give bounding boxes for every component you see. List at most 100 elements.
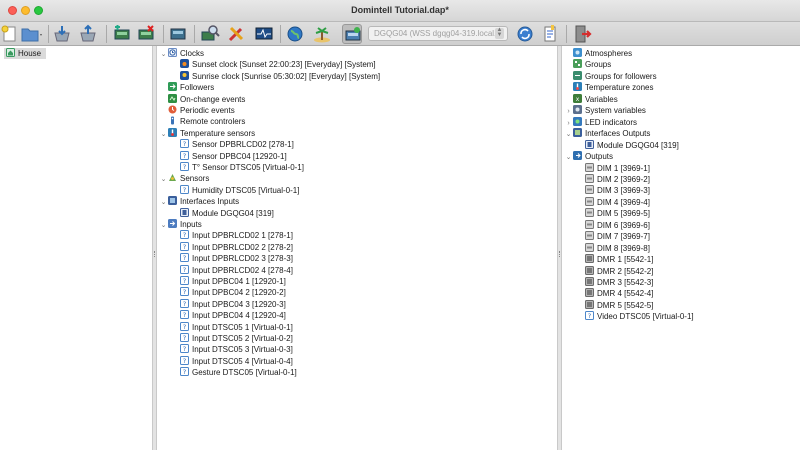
module-remove-icon[interactable] [136, 24, 156, 44]
tree-item[interactable]: DIM 1 [3969-1] [576, 162, 650, 174]
tree-item[interactable]: DMR 2 [5542-2] [576, 265, 654, 277]
tree-item[interactable]: Followers [159, 82, 214, 93]
tree-item[interactable]: ? Input DPBC04 4 [12920-4] [171, 310, 286, 321]
tree-item[interactable]: ? Input DPBC04 2 [12920-2] [171, 287, 286, 298]
svg-text:?: ? [183, 254, 186, 262]
monitor-icon[interactable] [254, 24, 274, 44]
tree-item[interactable]: ? Input DPBRLCD02 4 [278-4] [171, 264, 293, 276]
tree-item-label: Temperature zones [585, 83, 654, 93]
tree-item[interactable]: ⌄ Clocks [159, 48, 204, 59]
tree-item[interactable]: ? Input DTSC05 4 [Virtual-0-4] [171, 355, 293, 367]
tree-item[interactable]: x Variables [564, 93, 618, 105]
tree-item[interactable]: Module DGQG04 [319] [171, 207, 274, 219]
interface-module-icon [585, 139, 594, 149]
tree-item[interactable]: ? Sensor DPBC04 [12920-1] [171, 150, 287, 162]
tools-icon[interactable] [226, 24, 246, 44]
svg-text:?: ? [183, 300, 186, 308]
tree-item[interactable]: Sunset clock [Sunset 22:00:23] [Everyday… [171, 59, 376, 70]
tree-item[interactable]: ? T° Sensor DTSC05 [Virtual-0-1] [171, 162, 304, 173]
tree-item-label: DIM 1 [3969-1] [597, 163, 650, 173]
tree-item[interactable]: ? Humidity DTSC05 [Virtual-0-1] [171, 184, 299, 196]
tree-item-label: Module DGQG04 [319] [192, 208, 274, 218]
collapse-arrow-icon[interactable]: ⌄ [159, 197, 168, 208]
module-icon[interactable] [168, 24, 188, 44]
tree-item[interactable]: DIM 6 [3969-6] [576, 219, 650, 231]
tree-item[interactable]: Remote controlers [159, 116, 245, 127]
expand-arrow-icon[interactable]: › [564, 106, 573, 117]
collapse-arrow-icon[interactable]: ⌄ [564, 152, 573, 163]
tree-item[interactable]: ? Input DPBRLCD02 1 [278-1] [171, 230, 293, 241]
search-module-icon[interactable] [200, 24, 220, 44]
tree-item[interactable]: ? Video DTSC05 [Virtual-0-1] [576, 311, 694, 322]
inputs-tree[interactable]: ⌄ Clocks Sunset clock [Sunset 22:00:23] [E… [157, 46, 557, 450]
tree-item[interactable]: ? Input DPBC04 1 [12920-1] [171, 276, 286, 287]
outputs-tree[interactable]: Atmospheres Groups Groups for followers Tem… [562, 46, 800, 450]
tree-item[interactable]: DIM 2 [3969-2] [576, 173, 650, 185]
tree-item[interactable]: ? Input DPBC04 3 [12920-3] [171, 298, 286, 310]
tree-item[interactable]: ? Input DTSC05 2 [Virtual-0-2] [171, 333, 293, 344]
dimmer-icon [585, 196, 594, 206]
tree-item[interactable]: ? Input DPBRLCD02 3 [278-3] [171, 253, 293, 264]
toolbar: DGQG04 (WSS dgqg04-319.local.) ▲ ▼ [0, 22, 800, 46]
expand-arrow-icon[interactable]: › [564, 118, 573, 129]
tree-item[interactable]: ⌄ Inputs [159, 219, 202, 230]
tree-item[interactable]: ⌄ Interfaces Inputs [159, 196, 239, 207]
tree-item-label: Input DPBRLCD02 4 [278-4] [192, 265, 293, 275]
tree-item[interactable]: ? Sensor DPBRLCD02 [278-1] [171, 139, 294, 150]
import-icon[interactable] [52, 24, 72, 44]
collapse-arrow-icon[interactable]: ⌄ [159, 174, 168, 185]
tree-item[interactable]: ⌄ Sensors [159, 173, 209, 184]
collapse-arrow-icon[interactable]: ⌄ [564, 129, 573, 140]
module-add-icon[interactable] [112, 24, 132, 44]
tree-item[interactable]: Temperature zones [564, 82, 653, 93]
tree-item[interactable]: Groups [564, 59, 611, 70]
collapse-arrow-icon[interactable]: ⌄ [159, 220, 168, 231]
tree-item[interactable]: ? Input DPBRLCD02 2 [278-2] [171, 241, 293, 253]
location-tree[interactable]: House [0, 46, 152, 450]
tree-item[interactable]: ? Input DTSC05 3 [Virtual-0-3] [171, 344, 293, 355]
tree-item[interactable]: Module DGQG04 [319] [576, 139, 679, 151]
document-icon[interactable] [540, 24, 560, 44]
exit-icon[interactable] [572, 24, 592, 44]
tree-item[interactable]: DIM 4 [3969-4] [576, 196, 650, 208]
refresh-icon[interactable] [515, 24, 535, 44]
tree-item[interactable]: Sunrise clock [Sunrise 05:30:02] [Everyd… [171, 70, 380, 82]
unknown-module-icon: ? [180, 344, 189, 354]
unknown-module-icon: ? [180, 150, 189, 160]
tree-item[interactable]: DMR 5 [5542-5] [576, 299, 653, 311]
tree-item[interactable]: DIM 8 [3969-8] [576, 242, 650, 254]
new-file-icon[interactable] [0, 24, 20, 44]
tree-item[interactable]: DIM 7 [3969-7] [576, 231, 650, 242]
collapse-arrow-icon[interactable]: ⌄ [159, 129, 168, 140]
globe-icon[interactable] [285, 24, 305, 44]
svg-text:?: ? [183, 277, 186, 285]
unknown-module-icon: ? [180, 139, 189, 149]
tree-item-label: DMR 2 [5542-2] [597, 266, 654, 276]
tree-item[interactable]: ⌄ Temperature sensors [159, 127, 255, 140]
module-select[interactable]: DGQG04 (WSS dgqg04-319.local.) ▲ ▼ [368, 26, 508, 41]
tree-item[interactable]: On-change events [159, 93, 245, 105]
tree-item[interactable]: DMR 3 [5542-3] [576, 277, 653, 288]
tree-item[interactable]: DIM 5 [3969-5] [576, 208, 650, 219]
export-icon[interactable] [78, 24, 98, 44]
tree-item[interactable]: DMR 4 [5542-4] [576, 288, 653, 299]
island-icon[interactable] [312, 24, 332, 44]
tree-item[interactable]: ? Gesture DTSC05 [Virtual-0-1] [171, 367, 297, 378]
tree-item-label: Sensor DPBC04 [12920-1] [192, 151, 287, 161]
clock-icon [168, 48, 177, 57]
open-folder-icon[interactable] [20, 24, 44, 44]
connect-icon[interactable] [342, 24, 362, 44]
collapse-arrow-icon[interactable]: ⌄ [159, 49, 168, 60]
tree-item[interactable]: ? Input DTSC05 1 [Virtual-0-1] [171, 321, 293, 333]
tree-item[interactable]: ⌄ Outputs [564, 151, 613, 162]
tree-item[interactable]: ⌄ Interfaces Outputs [564, 128, 650, 139]
tree-item[interactable]: Groups for followers [564, 70, 657, 82]
tree-item-house[interactable]: House [4, 48, 46, 59]
tree-item[interactable]: › LED indicators [564, 116, 637, 129]
tree-item[interactable]: Atmospheres [564, 48, 632, 59]
tree-item-label: T° Sensor DTSC05 [Virtual-0-1] [192, 163, 304, 172]
tree-item[interactable]: › System variables [564, 105, 646, 116]
tree-item[interactable]: Periodic events [159, 105, 235, 116]
tree-item[interactable]: DIM 3 [3969-3] [576, 185, 650, 196]
tree-item[interactable]: DMR 1 [5542-1] [576, 254, 653, 265]
